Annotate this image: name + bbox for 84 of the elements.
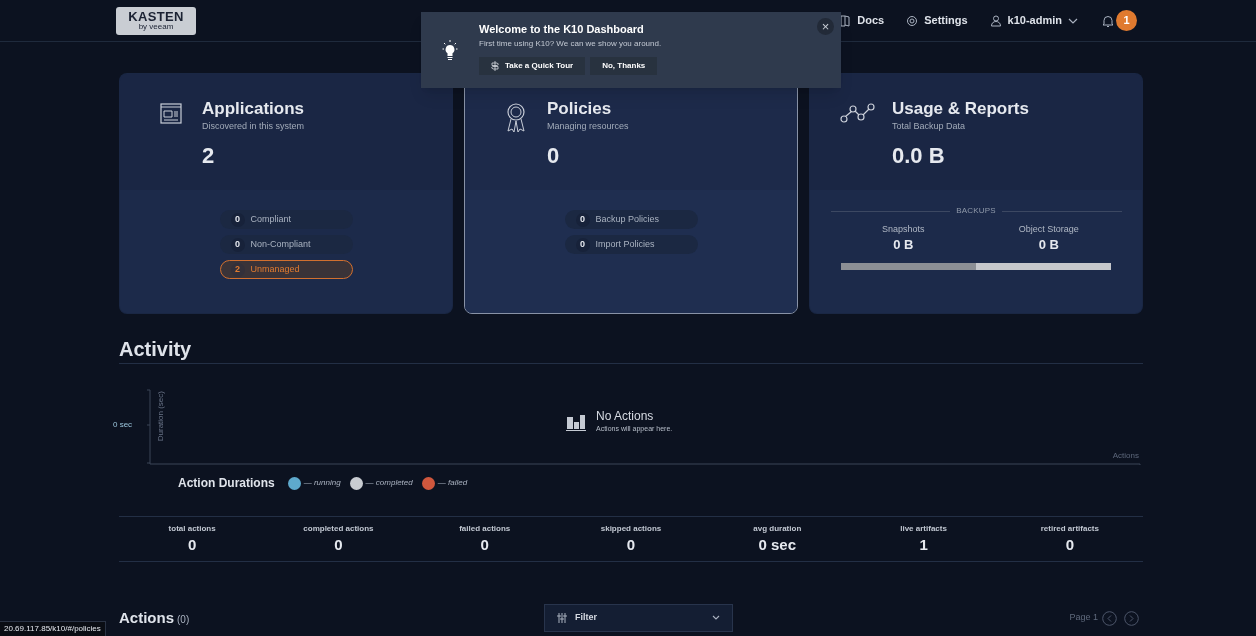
nav-settings-link[interactable]: Settings bbox=[906, 12, 968, 29]
card-value: 0.0 B bbox=[892, 142, 946, 170]
legend-label: — completed bbox=[365, 477, 413, 489]
chevron-down-icon bbox=[1068, 16, 1078, 25]
chevron-right-icon bbox=[1124, 610, 1139, 626]
card-title: Usage & Reports bbox=[892, 98, 1029, 120]
stat-value: 1 bbox=[919, 535, 928, 555]
storage-value: 0 B bbox=[893, 236, 914, 253]
section-title: Activity bbox=[119, 337, 193, 362]
badge-label: Compliant bbox=[250, 212, 292, 226]
next-page-button[interactable] bbox=[1124, 610, 1139, 626]
status-url: 20.69.117.85/k10/#/policies bbox=[0, 621, 106, 636]
logo-text: KASTEN bbox=[128, 10, 184, 23]
stat-label: live artifacts bbox=[900, 523, 947, 535]
logo-subtext: by veeam bbox=[138, 23, 174, 31]
legend-label: — running bbox=[303, 477, 341, 489]
sliders-icon bbox=[557, 613, 567, 623]
badge-count: 0 bbox=[575, 237, 590, 252]
status-badge[interactable]: 0 Backup Policies bbox=[564, 210, 698, 229]
card-value: 0 bbox=[547, 142, 561, 170]
status-badge[interactable]: 2 Unmanaged bbox=[219, 260, 353, 279]
item-count: (0) bbox=[177, 612, 190, 627]
line-graph-icon bbox=[840, 102, 876, 124]
section-title: Actions bbox=[119, 607, 174, 628]
page-indicator: Page 1 bbox=[1069, 611, 1098, 625]
axis-title: Duration (sec) bbox=[156, 391, 166, 442]
stat-value: 0 sec bbox=[758, 535, 797, 555]
bar-chart-icon bbox=[566, 412, 586, 431]
storage-label: Object Storage bbox=[1018, 223, 1079, 236]
user-icon bbox=[989, 13, 1002, 28]
dismiss-button[interactable]: No, Thanks bbox=[590, 57, 658, 75]
previous-page-button[interactable] bbox=[1102, 610, 1117, 626]
storage-value: 0 B bbox=[1038, 236, 1059, 253]
section-heading: BACKUPS bbox=[956, 205, 996, 217]
stat-label: total actions bbox=[168, 523, 216, 535]
usage-card[interactable]: Usage & Reports Total Backup Data 0.0 B BACKUPS Snapshots 0 B Object Storage 0 B bbox=[809, 73, 1143, 314]
badge-label: Non-Compliant bbox=[250, 237, 311, 251]
gear-icon bbox=[906, 13, 919, 28]
applications-card[interactable]: Applications Discovered in this system 2 0 Compliant 0 Non-Compliant 2 Unmanaged bbox=[119, 73, 453, 314]
status-badge[interactable]: 0 Non-Compliant bbox=[219, 235, 353, 254]
axis-tick-label: 0 sec bbox=[113, 420, 133, 430]
axis-title: Actions bbox=[1112, 451, 1139, 461]
card-value: 2 bbox=[202, 142, 216, 170]
empty-state-title: No Actions bbox=[596, 409, 655, 424]
nav-user-link[interactable]: k10-admin bbox=[989, 12, 1078, 29]
book-icon bbox=[839, 13, 852, 28]
legend-label: — failed bbox=[437, 477, 468, 489]
stat-label: skipped actions bbox=[600, 523, 662, 535]
stat-value: 0 bbox=[334, 535, 343, 555]
popup-title: Welcome to the K10 Dashboard bbox=[479, 22, 645, 36]
card-subtitle: Managing resources bbox=[547, 120, 629, 132]
browser-window-icon bbox=[159, 102, 183, 126]
badge-count: 0 bbox=[575, 212, 590, 227]
chevron-left-icon bbox=[1102, 610, 1117, 626]
filter-dropdown[interactable]: Filter bbox=[544, 604, 733, 632]
popup-text: First time using K10? We can we show you around. bbox=[479, 38, 662, 50]
stat-label: completed actions bbox=[303, 523, 374, 535]
stat-label: failed actions bbox=[459, 523, 511, 535]
stat-value: 0 bbox=[187, 535, 197, 555]
close-button[interactable]: × bbox=[817, 18, 834, 35]
badge-label: Import Policies bbox=[595, 237, 655, 251]
card-title: Policies bbox=[547, 98, 613, 120]
status-badge[interactable]: 0 Import Policies bbox=[564, 235, 698, 254]
card-subtitle: Discovered in this system bbox=[202, 120, 305, 132]
stat-value: 0 bbox=[1065, 535, 1074, 555]
status-badge[interactable]: 0 Compliant bbox=[219, 210, 353, 229]
nav-docs-link[interactable]: Docs bbox=[839, 12, 885, 29]
stat-value: 0 bbox=[626, 535, 636, 555]
stat-label: retired artifacts bbox=[1040, 523, 1099, 535]
badge-count: 2 bbox=[230, 262, 245, 277]
bell-icon bbox=[1102, 13, 1114, 28]
card-subtitle: Total Backup Data bbox=[892, 120, 967, 132]
quick-tour-button[interactable]: Take a Quick Tour bbox=[479, 57, 586, 75]
badge-label: Unmanaged bbox=[250, 262, 300, 276]
stat-value: 0 bbox=[480, 535, 489, 555]
stat-label: avg duration bbox=[753, 523, 802, 535]
badge-label: Backup Policies bbox=[595, 212, 660, 226]
storage-label: Snapshots bbox=[882, 223, 925, 236]
badge-count: 0 bbox=[230, 212, 245, 227]
card-title: Applications bbox=[202, 98, 305, 120]
legend-title: Action Durations bbox=[178, 475, 275, 492]
badge-count: 0 bbox=[230, 237, 245, 252]
chevron-down-icon bbox=[712, 615, 720, 621]
lightbulb-icon bbox=[442, 39, 458, 61]
